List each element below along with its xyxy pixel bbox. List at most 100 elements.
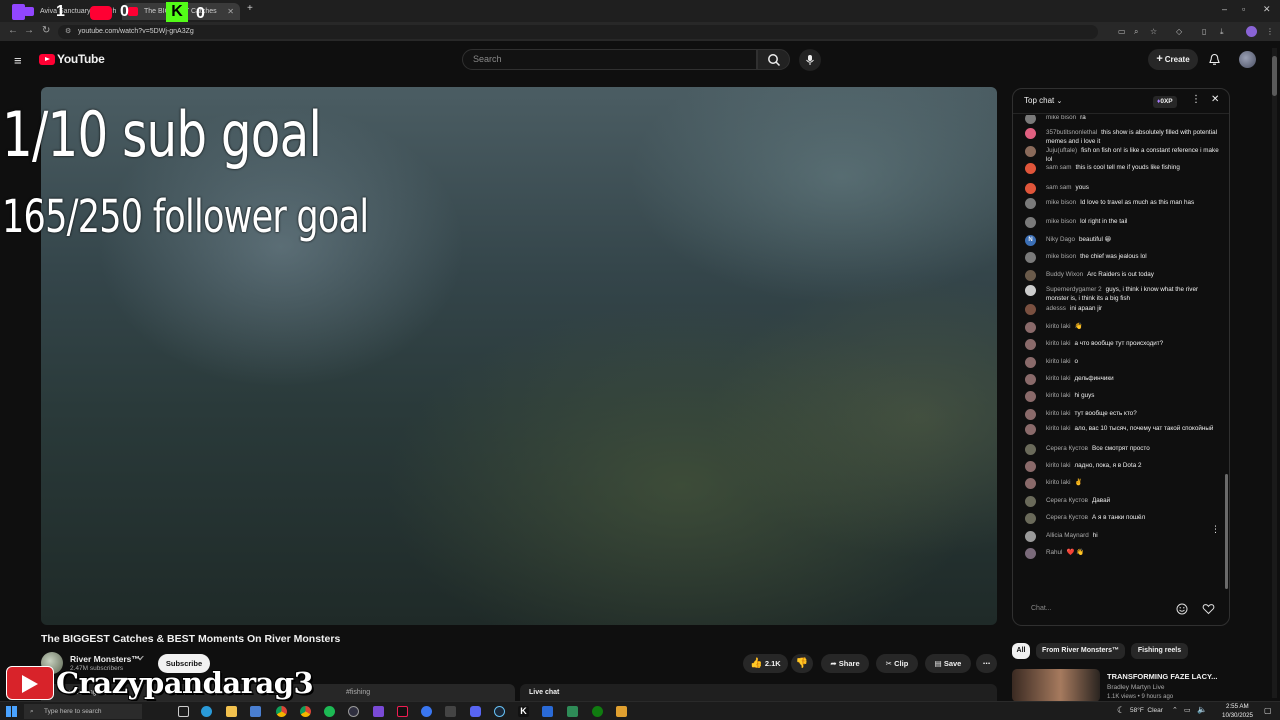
steam-icon[interactable]	[494, 706, 505, 717]
chat-author[interactable]: Серега Кустов	[1046, 497, 1088, 504]
notification-center-icon[interactable]: ▢	[1264, 706, 1272, 715]
chat-avatar[interactable]	[1025, 339, 1036, 351]
page-scroll-thumb[interactable]	[1272, 56, 1277, 96]
chip-all[interactable]: All	[1012, 643, 1030, 659]
chat-author[interactable]: kirito laki	[1046, 410, 1071, 417]
kick-icon[interactable]: K	[518, 706, 529, 717]
chat-author[interactable]: mike ⁠bison	[1046, 253, 1076, 260]
edge-icon[interactable]	[201, 706, 212, 717]
chat-author[interactable]: sam sam	[1046, 164, 1072, 171]
chat-author[interactable]: Allicia Maynard	[1046, 532, 1089, 539]
app-icon-12[interactable]	[445, 706, 456, 717]
chat-author[interactable]: Niky Dago	[1046, 236, 1075, 243]
search-input[interactable]: Search	[462, 49, 757, 70]
heart-icon[interactable]	[1202, 603, 1215, 615]
obs-icon[interactable]	[348, 706, 359, 717]
chat-avatar[interactable]	[1025, 285, 1036, 296]
zoom-icon[interactable]: ⌕	[1134, 27, 1138, 37]
maximize-icon[interactable]: ▫	[1242, 4, 1245, 14]
minimize-icon[interactable]: –	[1222, 4, 1227, 14]
clock-date[interactable]: 10/30/2025	[1222, 712, 1253, 719]
chat-mode-selector[interactable]: Top chat ⌄	[1024, 96, 1062, 105]
hashtag-link[interactable]: #fishing	[346, 684, 370, 701]
app-icon-16[interactable]	[542, 706, 553, 717]
chat-avatar[interactable]	[1025, 217, 1036, 229]
chat-scrollbar[interactable]	[1225, 474, 1228, 589]
chat-avatar[interactable]	[1025, 495, 1036, 507]
discord-icon[interactable]	[470, 706, 481, 717]
bookmark-star-icon[interactable]: ☆	[1150, 27, 1157, 36]
app-icon-9[interactable]	[373, 706, 384, 717]
chat-avatar[interactable]	[1025, 461, 1036, 472]
page-scrollbar[interactable]	[1272, 48, 1277, 698]
volume-icon[interactable]: 🔈	[1197, 705, 1207, 714]
hamburger-menu-icon[interactable]: ≡	[14, 53, 22, 68]
windows-start-icon[interactable]	[6, 706, 17, 717]
chrome-icon[interactable]	[276, 706, 287, 717]
chat-avatar[interactable]: N	[1025, 234, 1036, 246]
chat-avatar[interactable]	[1025, 321, 1036, 333]
chat-avatar[interactable]	[1025, 548, 1036, 559]
chat-author[interactable]: kirito laki	[1046, 462, 1071, 469]
site-info-icon[interactable]: ⚙	[65, 25, 71, 39]
chat-avatar[interactable]	[1025, 513, 1036, 525]
chrome-active-icon[interactable]	[300, 706, 311, 717]
chat-author[interactable]: Серега Кустов	[1046, 445, 1088, 452]
channel-points-badge[interactable]: ♦0XP	[1153, 96, 1177, 108]
app-icon-17[interactable]	[567, 706, 578, 717]
tiktok-icon[interactable]	[397, 706, 408, 717]
chat-author[interactable]: 357butitsnonlethal	[1046, 129, 1097, 136]
chat-avatar[interactable]	[1025, 198, 1036, 209]
cast-icon[interactable]: ▭	[1118, 27, 1126, 36]
chat-author[interactable]: kirito laki	[1046, 358, 1071, 365]
chat-menu-dots-icon[interactable]: ⋮	[1191, 94, 1201, 105]
chat-author[interactable]: mike ⁠bison	[1046, 115, 1076, 121]
chat-avatar[interactable]	[1025, 443, 1036, 455]
chat-avatar[interactable]	[1025, 530, 1036, 542]
chat-avatar[interactable]	[1025, 374, 1036, 385]
chat-avatar[interactable]	[1025, 391, 1036, 403]
notifications-bell-icon[interactable]	[1208, 53, 1221, 66]
chat-author[interactable]: kirito laki	[1046, 340, 1071, 347]
back-icon[interactable]: ←	[8, 25, 18, 36]
menu-dots-icon[interactable]: ⋮	[1266, 27, 1274, 36]
chat-author[interactable]: kirito laki	[1046, 479, 1071, 486]
spotify-icon[interactable]	[324, 706, 335, 717]
chat-avatar[interactable]	[1025, 163, 1036, 175]
xbox-icon[interactable]	[592, 706, 603, 717]
chip-from-channel[interactable]: From River Monsters™	[1036, 643, 1125, 659]
profile-icon[interactable]	[1246, 26, 1257, 37]
share-button[interactable]: ➦ Share	[821, 654, 869, 673]
chat-avatar[interactable]	[1025, 356, 1036, 368]
taskbar-search[interactable]: ⌕ Type here to search	[24, 704, 142, 719]
chat-avatar[interactable]	[1025, 252, 1036, 264]
search-button[interactable]	[757, 49, 790, 70]
address-bar[interactable]: ⚙ youtube.com/watch?v=5DWj-gnA3Zg	[58, 25, 1098, 39]
chat-author[interactable]: Серега Кустов	[1046, 514, 1088, 521]
chat-author[interactable]: kirito laki	[1046, 323, 1071, 330]
chat-avatar[interactable]	[1025, 269, 1036, 281]
chat-author[interactable]: kirito laki	[1046, 392, 1071, 399]
message-options-icon[interactable]: ⋮	[1211, 524, 1220, 535]
store-icon[interactable]	[250, 706, 261, 717]
chat-avatar[interactable]	[1025, 478, 1036, 490]
close-window-icon[interactable]: ✕	[1263, 4, 1271, 15]
close-chat-icon[interactable]: ✕	[1211, 94, 1219, 105]
chat-input[interactable]: Chat...	[1023, 600, 1173, 618]
clip-button[interactable]: ✂ Clip	[876, 654, 918, 673]
sidebar-icon[interactable]: ▯	[1202, 27, 1206, 36]
recommended-video[interactable]: TRANSFORMING FAZE LACY... Bradley Martyn…	[1012, 668, 1230, 702]
emoji-icon[interactable]	[1176, 603, 1188, 615]
clock-time[interactable]: 2:55 AM	[1226, 703, 1249, 710]
save-button[interactable]: ▤ Save	[925, 654, 971, 673]
chat-avatar[interactable]	[1025, 408, 1036, 420]
chat-avatar[interactable]	[1025, 304, 1036, 316]
close-icon[interactable]: ✕	[227, 3, 234, 20]
chat-avatar[interactable]	[1025, 182, 1036, 194]
download-icon[interactable]: ⤓	[1220, 27, 1224, 37]
chat-author[interactable]: Rahul	[1046, 549, 1062, 556]
chat-avatar[interactable]	[1025, 128, 1036, 140]
chat-avatar[interactable]	[1025, 424, 1036, 436]
chip-fishing-reels[interactable]: Fishing reels	[1131, 643, 1188, 659]
file-explorer-icon[interactable]	[226, 706, 237, 717]
